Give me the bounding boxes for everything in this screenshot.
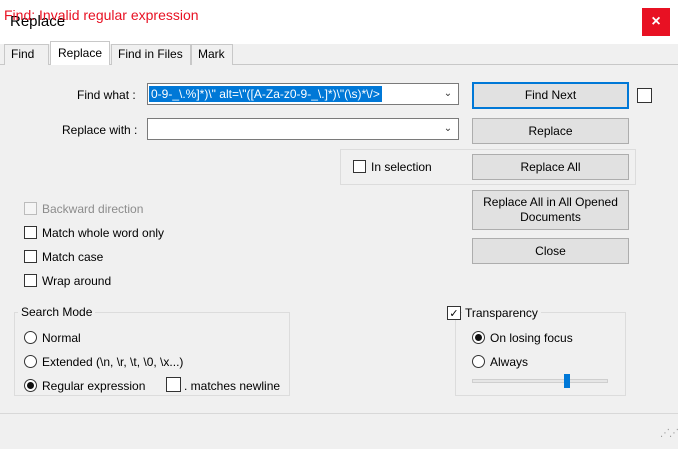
search-mode-extended-label: Extended (\n, \r, \t, \0, \x...) [42, 355, 184, 369]
replace-with-label: Replace with : [62, 123, 138, 137]
transparency-label: Transparency [462, 306, 541, 320]
tab-find-label: Find [11, 47, 35, 61]
close-button[interactable]: × [642, 8, 670, 36]
tab-find[interactable]: Find [4, 44, 49, 65]
checkmark-icon: ✓ [449, 307, 459, 320]
radio-selected-dot [475, 334, 482, 341]
search-mode-normal-label: Normal [42, 331, 81, 345]
on-losing-focus-radio[interactable] [472, 331, 485, 344]
status-message: Find: Invalid regular expression [4, 7, 199, 23]
transparency-slider-track[interactable] [472, 379, 608, 383]
match-case-checkbox[interactable] [24, 250, 37, 263]
transparency-group [455, 312, 626, 396]
match-whole-word-checkbox[interactable] [24, 226, 37, 239]
search-mode-title: Search Mode [18, 305, 96, 319]
backward-direction-checkbox[interactable] [24, 202, 37, 215]
close-icon: × [651, 13, 661, 30]
wrap-around-checkbox[interactable] [24, 274, 37, 287]
search-mode-regex-label: Regular expression [42, 379, 146, 393]
search-mode-regex-radio[interactable] [24, 379, 37, 392]
search-mode-normal-radio[interactable] [24, 331, 37, 344]
backward-direction-label: Backward direction [42, 202, 144, 216]
chevron-down-icon[interactable]: ⌄ [442, 121, 454, 137]
radio-selected-dot [27, 382, 34, 389]
chevron-down-icon[interactable]: ⌄ [442, 86, 454, 102]
find-next-option-checkbox[interactable] [637, 88, 652, 103]
find-what-label: Find what : [77, 88, 136, 102]
always-label: Always [490, 355, 529, 369]
resize-grip-icon[interactable]: ⋰⋰ [660, 428, 678, 439]
replace-with-value [149, 121, 153, 137]
search-mode-extended-radio[interactable] [24, 355, 37, 368]
match-case-label: Match case [42, 250, 104, 264]
replace-button[interactable]: Replace [472, 118, 629, 144]
tab-find-in-files[interactable]: Find in Files [111, 44, 191, 65]
close-dialog-button[interactable]: Close [472, 238, 629, 264]
match-whole-word-label: Match whole word only [42, 226, 165, 240]
tab-mark-label: Mark [198, 47, 225, 61]
find-next-button[interactable]: Find Next [472, 82, 629, 109]
replace-with-combobox[interactable]: ⌄ [147, 118, 459, 140]
in-selection-checkbox[interactable] [353, 160, 366, 173]
find-what-value: 0-9-_\.%]*)\" alt=\"([A-Za-z0-9-_\.]*)\"… [149, 86, 382, 102]
matches-newline-checkbox[interactable] [166, 377, 181, 392]
on-losing-focus-label: On losing focus [490, 331, 573, 345]
replace-all-button[interactable]: Replace All [472, 154, 629, 180]
status-bar [0, 413, 678, 449]
wrap-around-label: Wrap around [42, 274, 112, 288]
transparency-checkbox[interactable]: ✓ [447, 306, 461, 320]
replace-all-opened-button[interactable]: Replace All in All Opened Documents [472, 190, 629, 230]
in-selection-label: In selection [371, 160, 432, 174]
tab-find-in-files-label: Find in Files [118, 47, 183, 61]
tab-mark[interactable]: Mark [191, 44, 233, 65]
matches-newline-label: . matches newline [184, 379, 281, 393]
transparency-slider-thumb[interactable] [564, 374, 570, 388]
find-what-combobox[interactable]: 0-9-_\.%]*)\" alt=\"([A-Za-z0-9-_\.]*)\"… [147, 83, 459, 105]
always-radio[interactable] [472, 355, 485, 368]
tab-replace-label: Replace [57, 46, 103, 60]
tab-replace[interactable]: Replace [50, 41, 110, 65]
